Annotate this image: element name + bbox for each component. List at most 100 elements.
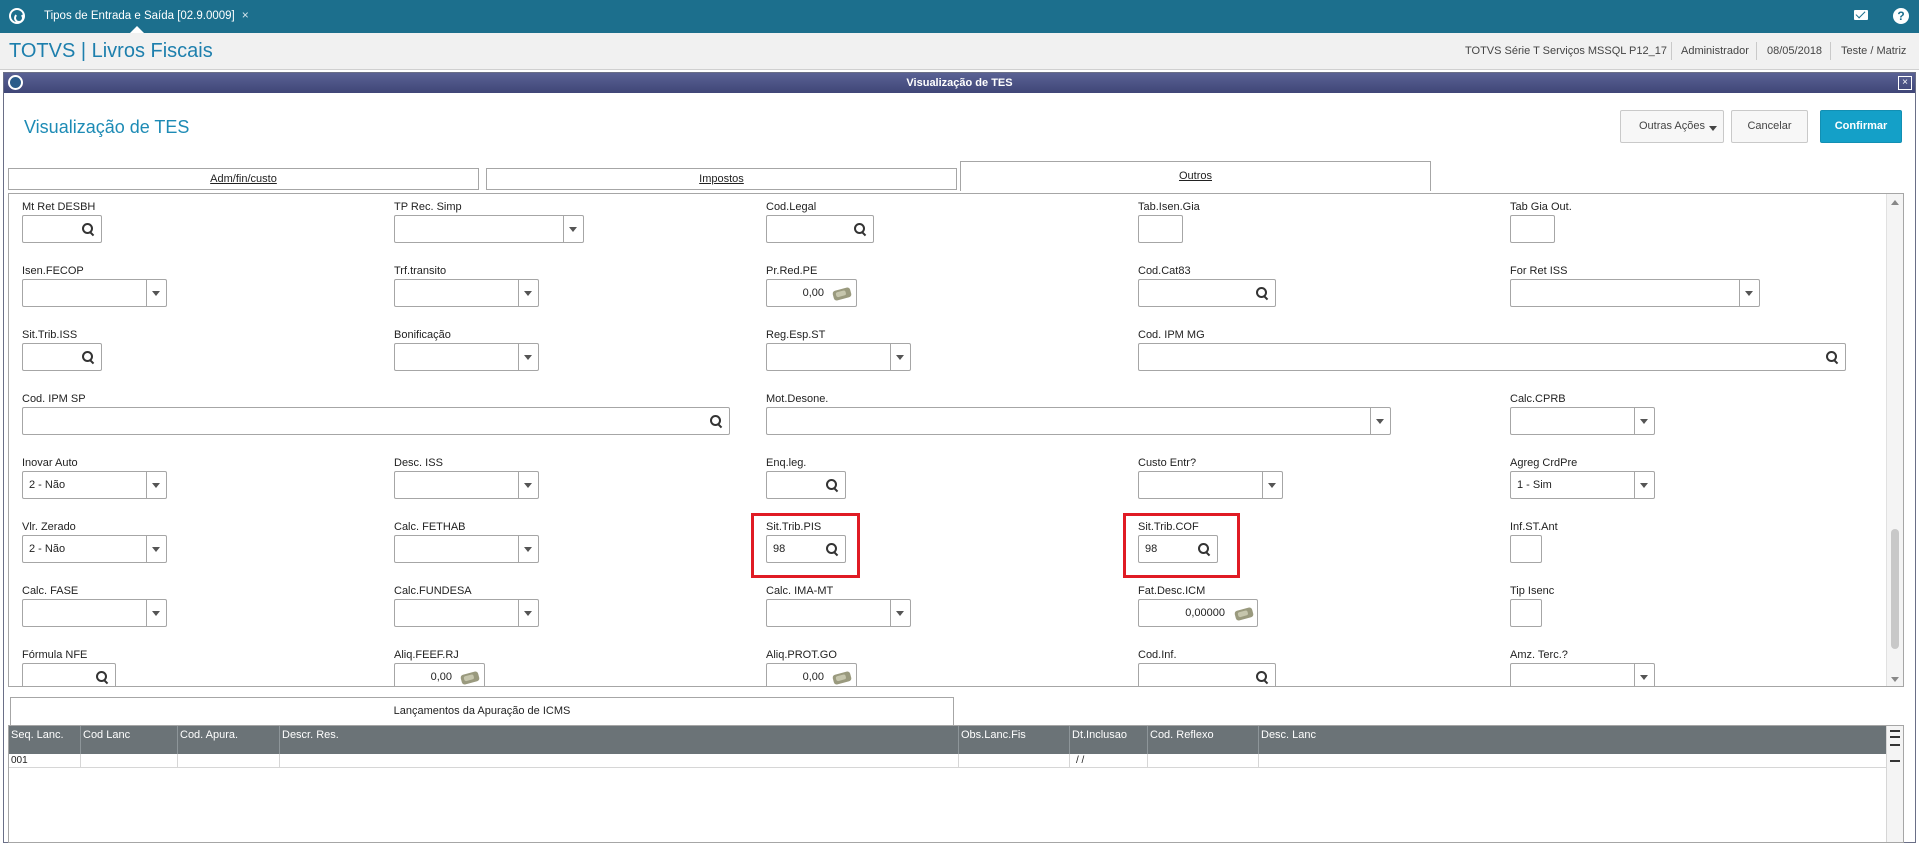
chevron-down-icon[interactable] — [146, 600, 166, 626]
cod-cat83-input[interactable] — [1138, 279, 1276, 307]
tab-adm-fin-custo[interactable]: Adm/fin/custo — [8, 168, 479, 190]
search-icon[interactable] — [826, 479, 838, 491]
chevron-down-icon[interactable] — [563, 216, 583, 242]
col-cod-reflexo[interactable]: Cod. Reflexo — [1148, 726, 1259, 754]
search-icon[interactable] — [854, 223, 866, 235]
chevron-down-icon[interactable] — [890, 600, 910, 626]
calculator-icon[interactable] — [832, 670, 852, 686]
search-icon[interactable] — [1198, 543, 1210, 555]
tab-gia-out-input[interactable] — [1510, 215, 1555, 243]
search-icon[interactable] — [1826, 351, 1838, 363]
inovar-auto-select[interactable]: 2 - Não — [22, 471, 167, 499]
scroll-bottom-icon[interactable] — [1890, 760, 1900, 762]
fat-desc-icm-input[interactable]: 0,00000 — [1138, 599, 1258, 627]
mot-desone-select[interactable] — [766, 407, 1391, 435]
calculator-icon[interactable] — [832, 286, 852, 302]
search-icon[interactable] — [710, 415, 722, 427]
table-row[interactable]: 001 / / — [9, 754, 1886, 768]
confirm-button[interactable]: Confirmar — [1820, 110, 1902, 143]
chevron-down-icon[interactable] — [146, 472, 166, 498]
chevron-down-icon[interactable] — [146, 280, 166, 306]
scroll-top-icon[interactable] — [1890, 730, 1900, 732]
cod-legal-input[interactable] — [766, 215, 874, 243]
tab-outros[interactable]: Outros — [960, 161, 1431, 191]
chevron-down-icon[interactable] — [1370, 408, 1390, 434]
col-obs-lanc-fis[interactable]: Obs.Lanc.Fis — [959, 726, 1070, 754]
aliq-feef-rj-input[interactable]: 0,00 — [394, 663, 485, 686]
dialog-close-icon[interactable]: × — [1898, 76, 1912, 90]
sit-trib-cof-input[interactable]: 98 — [1138, 535, 1218, 563]
scroll-up-icon[interactable] — [1890, 736, 1900, 738]
other-actions-button[interactable]: Outras Ações — [1620, 110, 1724, 143]
custo-entr-select[interactable] — [1138, 471, 1283, 499]
calc-ima-mt-select[interactable] — [766, 599, 911, 627]
search-icon[interactable] — [826, 543, 838, 555]
calc-fethab-select[interactable] — [394, 535, 539, 563]
form-scrollbar[interactable] — [1886, 194, 1903, 686]
vlr-zerado-select[interactable]: 2 - Não — [22, 535, 167, 563]
trf-transito-select[interactable] — [394, 279, 539, 307]
col-desc-lanc[interactable]: Desc. Lanc — [1259, 726, 1886, 754]
inf-st-ant-input[interactable] — [1510, 535, 1542, 563]
mail-icon[interactable] — [1854, 10, 1868, 20]
tp-rec-simp-select[interactable] — [394, 215, 584, 243]
aliq-prot-go-input[interactable]: 0,00 — [766, 663, 857, 686]
grid-scrollbar[interactable] — [1886, 726, 1903, 842]
chevron-down-icon[interactable] — [518, 600, 538, 626]
cod-inf-input[interactable] — [1138, 663, 1276, 686]
chevron-down-icon[interactable] — [1262, 472, 1282, 498]
tip-isenc-input[interactable] — [1510, 599, 1542, 627]
scroll-down-icon[interactable] — [1890, 744, 1900, 746]
col-seq-lanc[interactable]: Seq. Lanc. — [9, 726, 81, 754]
amz-terc-select[interactable] — [1510, 663, 1655, 686]
calc-fundesa-select[interactable] — [394, 599, 539, 627]
for-ret-iss-select[interactable] — [1510, 279, 1760, 307]
scroll-thumb[interactable] — [1891, 529, 1899, 649]
col-cod-lanc[interactable]: Cod Lanc — [81, 726, 178, 754]
help-icon[interactable]: ? — [1893, 8, 1909, 24]
chevron-down-icon[interactable] — [146, 536, 166, 562]
totvs-logo-icon[interactable] — [9, 8, 25, 24]
tab-close-icon[interactable]: × — [242, 8, 249, 22]
chevron-down-icon[interactable] — [1634, 472, 1654, 498]
cod-ipm-sp-input[interactable] — [22, 407, 730, 435]
bonificacao-select[interactable] — [394, 343, 539, 371]
search-icon[interactable] — [1256, 287, 1268, 299]
col-dt-inclusao[interactable]: Dt.Inclusao — [1070, 726, 1148, 754]
isen-fecop-select[interactable] — [22, 279, 167, 307]
pr-red-pe-input[interactable]: 0,00 — [766, 279, 857, 307]
calc-fase-select[interactable] — [22, 599, 167, 627]
mt-ret-desbh-input[interactable] — [22, 215, 102, 243]
reg-esp-st-select[interactable] — [766, 343, 911, 371]
calc-cprb-select[interactable] — [1510, 407, 1655, 435]
enq-leg-input[interactable] — [766, 471, 846, 499]
calculator-icon[interactable] — [1234, 606, 1254, 622]
chevron-down-icon[interactable] — [1739, 280, 1759, 306]
scroll-down-icon[interactable] — [1891, 677, 1899, 682]
tab-tipos-entrada-saida[interactable]: Tipos de Entrada e Saída [02.9.0009] × — [34, 0, 259, 33]
agreg-crdpre-select[interactable]: 1 - Sim — [1510, 471, 1655, 499]
chevron-down-icon[interactable] — [518, 536, 538, 562]
chevron-down-icon[interactable] — [890, 344, 910, 370]
col-descr-res[interactable]: Descr. Res. — [280, 726, 959, 754]
tab-impostos[interactable]: Impostos — [486, 168, 957, 190]
chevron-down-icon[interactable] — [1634, 408, 1654, 434]
tab-isen-gia-input[interactable] — [1138, 215, 1183, 243]
chevron-down-icon[interactable] — [518, 344, 538, 370]
sit-trib-iss-input[interactable] — [22, 343, 102, 371]
col-cod-apura[interactable]: Cod. Apura. — [178, 726, 280, 754]
search-icon[interactable] — [1256, 671, 1268, 683]
sit-trib-pis-input[interactable]: 98 — [766, 535, 846, 563]
calculator-icon[interactable] — [460, 670, 480, 686]
chevron-down-icon[interactable] — [518, 280, 538, 306]
search-icon[interactable] — [82, 223, 94, 235]
chevron-down-icon[interactable] — [518, 472, 538, 498]
formula-nfe-input[interactable] — [22, 663, 116, 686]
chevron-down-icon[interactable] — [1634, 664, 1654, 686]
tab-lancamentos-apuracao-icms[interactable]: Lançamentos da Apuração de ICMS — [10, 697, 954, 725]
search-icon[interactable] — [82, 351, 94, 363]
scroll-up-icon[interactable] — [1891, 200, 1899, 205]
cancel-button[interactable]: Cancelar — [1731, 110, 1808, 143]
search-icon[interactable] — [96, 671, 108, 683]
desc-iss-select[interactable] — [394, 471, 539, 499]
